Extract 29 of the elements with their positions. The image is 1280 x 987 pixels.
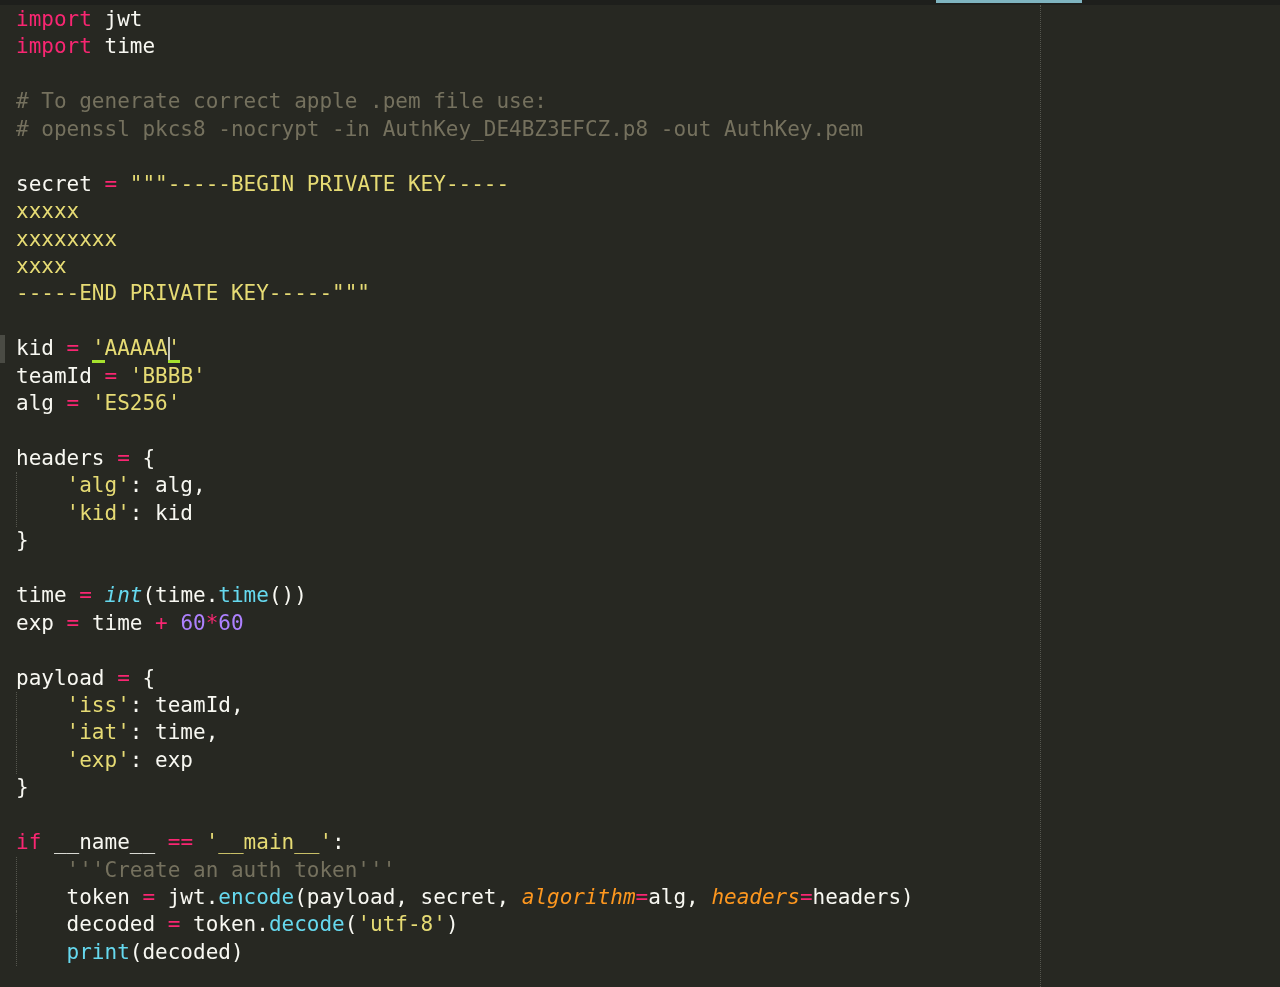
code-line: import jwt <box>16 6 143 33</box>
code-line: import time <box>16 33 156 61</box>
code-line: print(decoded) <box>66 938 244 966</box>
code-line: secret = """-----BEGIN PRIVATE KEY----- <box>16 170 510 198</box>
code-line: xxxxx <box>16 198 80 226</box>
code-line: 'alg': alg, <box>66 472 206 500</box>
code-line: if __name__ == '__main__': <box>16 829 345 857</box>
code-line: 'exp': exp <box>66 746 193 774</box>
code-line: xxxxxxxx <box>16 225 118 253</box>
code-line: headers = { <box>16 445 156 472</box>
code-line: 'iss': teamId, <box>66 691 244 719</box>
code-line: } <box>16 527 29 555</box>
code-line: decoded = token.decode('utf-8') <box>66 911 459 939</box>
code-line: # To generate correct apple .pem file use: <box>16 88 547 116</box>
code-line: exp = time + 60*60 <box>16 609 244 637</box>
code-line: time = int(time.time()) <box>16 582 307 610</box>
code-line: token = jwt.encode(payload, secret, algorithm=alg, headers=headers) <box>66 884 914 911</box>
code-line: alg = 'ES256' <box>16 390 181 418</box>
code-line: '''Create an auth token''' <box>66 856 396 884</box>
code-line: # openssl pkcs8 -nocrypt -in AuthKey_DE4BZ3EFCZ.p8 -out AuthKey.pem <box>16 115 864 143</box>
code-line: 'kid': kid <box>66 499 193 527</box>
code-line: -----END PRIVATE KEY-----""" <box>16 280 370 308</box>
code-line: teamId = 'BBBB' <box>16 362 206 390</box>
code-line: xxxx <box>16 252 67 280</box>
code-line: } <box>16 774 29 802</box>
code-line: kid = 'AAAAA' <box>16 335 181 363</box>
code-line: payload = { <box>16 664 156 692</box>
text-cursor <box>167 336 170 362</box>
code-line: 'iat': time, <box>66 719 219 747</box>
